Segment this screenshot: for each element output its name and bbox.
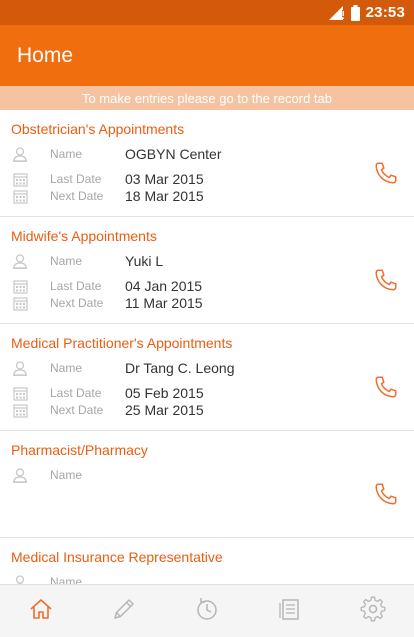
name-row: Name Yuki L bbox=[11, 253, 331, 269]
name-row: Name OGBYN Center bbox=[11, 146, 331, 162]
calendar-icon bbox=[11, 295, 29, 311]
section-title: Pharmacist/Pharmacy bbox=[11, 442, 148, 458]
appointment-card[interactable]: Midwife's Appointments Name Yuki L Last … bbox=[0, 217, 414, 324]
last-date-row: Last Date 05 Feb 2015 bbox=[11, 385, 331, 401]
pencil-icon bbox=[111, 596, 137, 627]
section-title: Midwife's Appointments bbox=[11, 228, 157, 244]
next-date-row: Next Date 18 Mar 2015 bbox=[11, 188, 331, 204]
calendar-icon bbox=[11, 188, 29, 204]
name-label: Name bbox=[50, 361, 83, 375]
appointment-card[interactable]: Medical Practitioner's Appointments Name… bbox=[0, 324, 414, 431]
last-date-value: 04 Jan 2015 bbox=[125, 278, 203, 294]
appointment-card[interactable]: Medical Insurance Representative Name bbox=[0, 538, 414, 584]
next-date-value: 11 Mar 2015 bbox=[125, 295, 203, 311]
name-label: Name bbox=[50, 254, 83, 268]
page-title: Home bbox=[17, 43, 74, 67]
last-date-label: Last Date bbox=[50, 279, 102, 293]
person-icon bbox=[11, 146, 29, 162]
next-date-label: Next Date bbox=[50, 189, 104, 203]
signal-icon bbox=[328, 5, 345, 20]
person-icon bbox=[11, 574, 29, 584]
next-date-label: Next Date bbox=[50, 403, 104, 417]
nav-settings[interactable] bbox=[348, 586, 398, 636]
next-date-row: Next Date 11 Mar 2015 bbox=[11, 295, 331, 311]
phone-button[interactable] bbox=[372, 482, 400, 510]
appointment-card[interactable]: Pharmacist/Pharmacy Name bbox=[0, 431, 414, 538]
bottom-nav bbox=[0, 584, 414, 637]
settings-icon bbox=[360, 596, 386, 627]
phone-icon bbox=[373, 481, 399, 512]
name-row: Name Dr Tang C. Leong bbox=[11, 360, 331, 376]
last-date-row: Last Date 03 Mar 2015 bbox=[11, 171, 331, 187]
nav-home[interactable] bbox=[16, 586, 66, 636]
phone-icon bbox=[373, 267, 399, 298]
phone-button[interactable] bbox=[372, 161, 400, 189]
status-bar: 23:53 bbox=[0, 0, 414, 25]
phone-icon bbox=[373, 374, 399, 405]
name-label: Name bbox=[50, 147, 83, 161]
calendar-icon bbox=[11, 385, 29, 401]
name-row: Name bbox=[11, 574, 331, 584]
name-value: Dr Tang C. Leong bbox=[125, 360, 235, 376]
name-value: OGBYN Center bbox=[125, 146, 222, 162]
status-time: 23:53 bbox=[365, 4, 405, 21]
name-row: Name bbox=[11, 467, 331, 483]
phone-icon bbox=[373, 160, 399, 191]
last-date-label: Last Date bbox=[50, 172, 102, 186]
home-icon bbox=[28, 596, 54, 627]
nav-records[interactable] bbox=[265, 586, 315, 636]
last-date-value: 03 Mar 2015 bbox=[125, 171, 204, 187]
info-banner-text: To make entries please go to the record … bbox=[81, 90, 333, 106]
section-title: Obstetrician's Appointments bbox=[11, 121, 185, 137]
info-banner: To make entries please go to the record … bbox=[0, 86, 414, 110]
nav-history[interactable] bbox=[182, 586, 232, 636]
next-date-value: 18 Mar 2015 bbox=[125, 188, 204, 204]
last-date-label: Last Date bbox=[50, 386, 102, 400]
history-icon bbox=[194, 596, 220, 627]
phone-button[interactable] bbox=[372, 375, 400, 403]
person-icon bbox=[11, 253, 29, 269]
calendar-icon bbox=[11, 171, 29, 187]
records-icon bbox=[277, 596, 303, 627]
next-date-value: 25 Mar 2015 bbox=[125, 402, 204, 418]
section-title: Medical Practitioner's Appointments bbox=[11, 335, 233, 351]
nav-record[interactable] bbox=[99, 586, 149, 636]
calendar-icon bbox=[11, 278, 29, 294]
battery-icon bbox=[350, 4, 360, 21]
last-date-row: Last Date 04 Jan 2015 bbox=[11, 278, 331, 294]
name-label: Name bbox=[50, 468, 83, 482]
next-date-label: Next Date bbox=[50, 296, 104, 310]
appointment-card[interactable]: Obstetrician's Appointments Name OGBYN C… bbox=[0, 110, 414, 217]
phone-button[interactable] bbox=[372, 268, 400, 296]
name-value: Yuki L bbox=[125, 253, 164, 269]
next-date-row: Next Date 25 Mar 2015 bbox=[11, 402, 331, 418]
calendar-icon bbox=[11, 402, 29, 418]
person-icon bbox=[11, 360, 29, 376]
person-icon bbox=[11, 467, 29, 483]
last-date-value: 05 Feb 2015 bbox=[125, 385, 204, 401]
app-bar: Home bbox=[0, 25, 414, 86]
name-label: Name bbox=[50, 575, 83, 584]
appointments-list[interactable]: Obstetrician's Appointments Name OGBYN C… bbox=[0, 110, 414, 584]
section-title: Medical Insurance Representative bbox=[11, 549, 223, 565]
